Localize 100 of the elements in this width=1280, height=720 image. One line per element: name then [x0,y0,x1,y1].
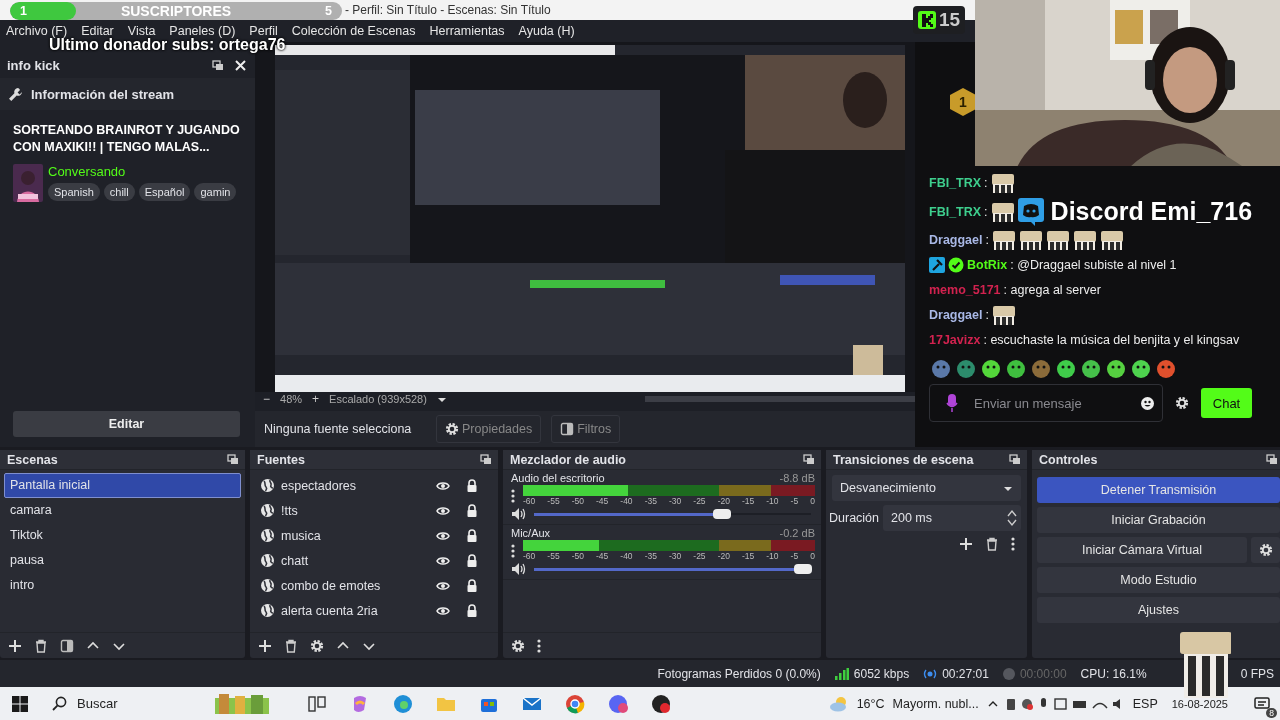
float-icon[interactable] [1266,454,1278,465]
tag[interactable]: Spanish [48,183,100,201]
trash-icon[interactable] [985,537,999,551]
slider-thumb[interactable] [713,509,732,519]
emote-icon[interactable] [1056,359,1076,379]
temperature[interactable]: 16°C [856,696,885,711]
message-input[interactable]: Enviar un mensaje [972,394,1127,412]
control-button[interactable]: Ajustes [1037,597,1280,623]
emote-icon[interactable] [1156,359,1176,379]
source-item[interactable]: alerta cuenta 2ria [281,603,430,618]
menu-item[interactable]: Colección de Escenas [291,24,416,38]
control-button[interactable]: Detener Transmisión [1037,477,1280,503]
chat-username[interactable]: BotRix [967,258,1008,272]
emote-icon[interactable] [1081,359,1101,379]
scrollbar[interactable] [645,396,915,402]
emote-icon[interactable] [1006,359,1026,379]
notification-icon[interactable] [1254,696,1270,711]
clock-date[interactable]: 16-08-2025 [1171,697,1228,710]
source-item[interactable]: chatt [281,553,430,568]
float-icon[interactable] [227,454,239,465]
menu-item[interactable]: Vista [127,24,156,38]
emote-icon[interactable] [1131,359,1151,379]
chevron-up-icon[interactable] [1007,509,1017,517]
add-icon[interactable] [258,638,272,653]
chevron-down-icon[interactable] [1007,519,1017,527]
scene-item[interactable]: Tiktok [4,523,241,548]
control-button[interactable]: Iniciar Grabación [1037,507,1280,533]
float-icon[interactable] [1009,454,1021,465]
eye-icon[interactable] [436,504,450,517]
control-button[interactable]: Iniciar Cámara Virtual [1037,537,1247,563]
float-icon[interactable] [212,59,224,71]
settings-button[interactable] [1251,537,1280,563]
menu-item[interactable]: Editar [81,24,114,38]
settings-icon[interactable] [1175,396,1189,410]
float-icon[interactable] [803,454,815,465]
source-item[interactable]: espectadores [281,478,430,493]
chat-username[interactable]: memo_5171 [929,283,1001,297]
edit-button[interactable]: Editar [13,411,240,437]
emoji-icon[interactable] [1141,396,1154,410]
properties-button[interactable]: Propiedades [436,415,542,443]
eye-icon[interactable] [436,554,450,567]
search-icon[interactable] [52,696,67,711]
tag[interactable]: chill [103,183,135,201]
scene-item[interactable]: camara [4,498,241,523]
message-box[interactable]: Enviar un mensaje [929,384,1163,422]
menu-item[interactable]: Perfil [249,24,278,38]
keyboard-language[interactable]: ESP [1132,696,1158,711]
speaker-icon[interactable] [511,562,526,576]
eye-icon[interactable] [436,604,450,617]
caret-icon[interactable] [436,395,447,403]
menu-item[interactable]: Herramientas [429,24,505,38]
source-item[interactable]: musica [281,528,430,543]
menu-item[interactable]: Paneles (D) [169,24,236,38]
close-icon[interactable] [234,58,247,72]
menu-item[interactable]: Ayuda (H) [518,24,575,38]
lock-icon[interactable] [466,503,478,518]
float-icon[interactable] [480,454,492,465]
scene-item[interactable]: Pantalla inicial [4,473,241,498]
lock-icon[interactable] [466,603,478,618]
eye-icon[interactable] [436,479,450,492]
menu-icon[interactable] [511,488,515,503]
speaker-icon[interactable] [511,507,526,521]
filters-button[interactable]: Filtros [551,415,621,443]
zoom-in-button[interactable]: + [312,392,320,406]
scale-mode[interactable]: Escalado (939x528) [329,393,427,405]
lock-icon[interactable] [466,528,478,543]
zoom-out-button[interactable]: − [263,392,270,406]
gear-icon[interactable] [310,638,324,653]
emote-icon[interactable] [956,359,976,379]
task-view-icon[interactable] [306,693,327,714]
lock-icon[interactable] [466,478,478,493]
trash-icon[interactable] [284,638,298,653]
scene-item[interactable]: intro [4,573,241,598]
emote-icon[interactable] [1106,359,1126,379]
menu-item[interactable]: Archivo (F) [6,24,68,38]
filter-icon[interactable] [60,638,74,653]
tag[interactable]: gamin [194,183,237,201]
lock-icon[interactable] [466,553,478,568]
add-icon[interactable] [959,537,973,551]
add-icon[interactable] [8,638,22,653]
menu-icon[interactable] [511,543,515,558]
tag[interactable]: Español [138,183,191,201]
lock-icon[interactable] [466,578,478,593]
chat-username[interactable]: 17Javizx [929,333,981,347]
menu-icon[interactable] [1011,537,1015,551]
emote-icon[interactable] [981,359,1001,379]
control-button[interactable]: Modo Estudio [1037,567,1280,593]
transition-select[interactable]: Desvanecimiento [832,475,1021,501]
search-field[interactable]: Buscar [75,695,205,712]
category-link[interactable]: Conversando [48,164,237,179]
windows-icon[interactable] [12,695,28,712]
gears-icon[interactable] [511,638,525,653]
source-item[interactable]: !tts [281,503,430,518]
eye-icon[interactable] [436,529,450,542]
slider-thumb[interactable] [793,564,812,574]
chat-username[interactable]: Draggael [929,233,983,247]
weather-text[interactable]: Mayorm. nubl... [892,696,979,711]
scene-item[interactable]: pausa [4,548,241,573]
source-item[interactable]: combo de emotes [281,578,430,593]
duration-field[interactable]: 200 ms [883,505,1021,531]
